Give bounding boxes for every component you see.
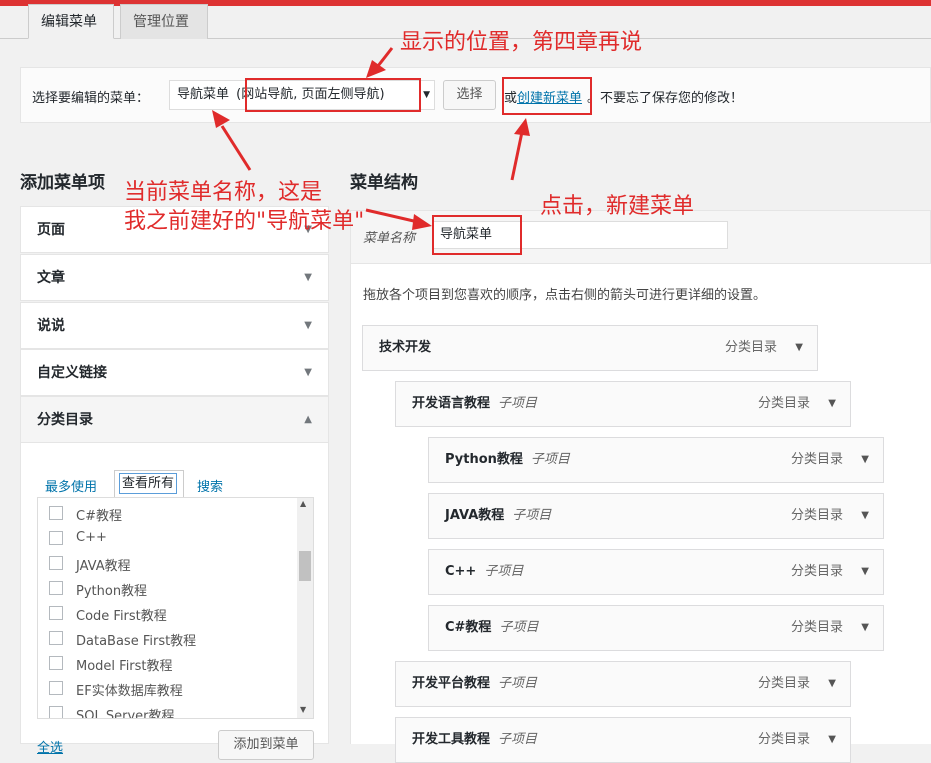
arrow-to-menu-select [220,125,252,171]
arrow-to-menu-name [365,208,419,224]
arrow-head-menu-select [212,110,230,128]
arrow-to-create-link [510,131,524,181]
arrow-to-location-box [376,47,394,67]
annotation-arrows [212,47,530,230]
arrow-head-menu-name [412,214,432,230]
arrow-head-location [366,60,386,78]
arrow-head-create-link [514,118,530,136]
